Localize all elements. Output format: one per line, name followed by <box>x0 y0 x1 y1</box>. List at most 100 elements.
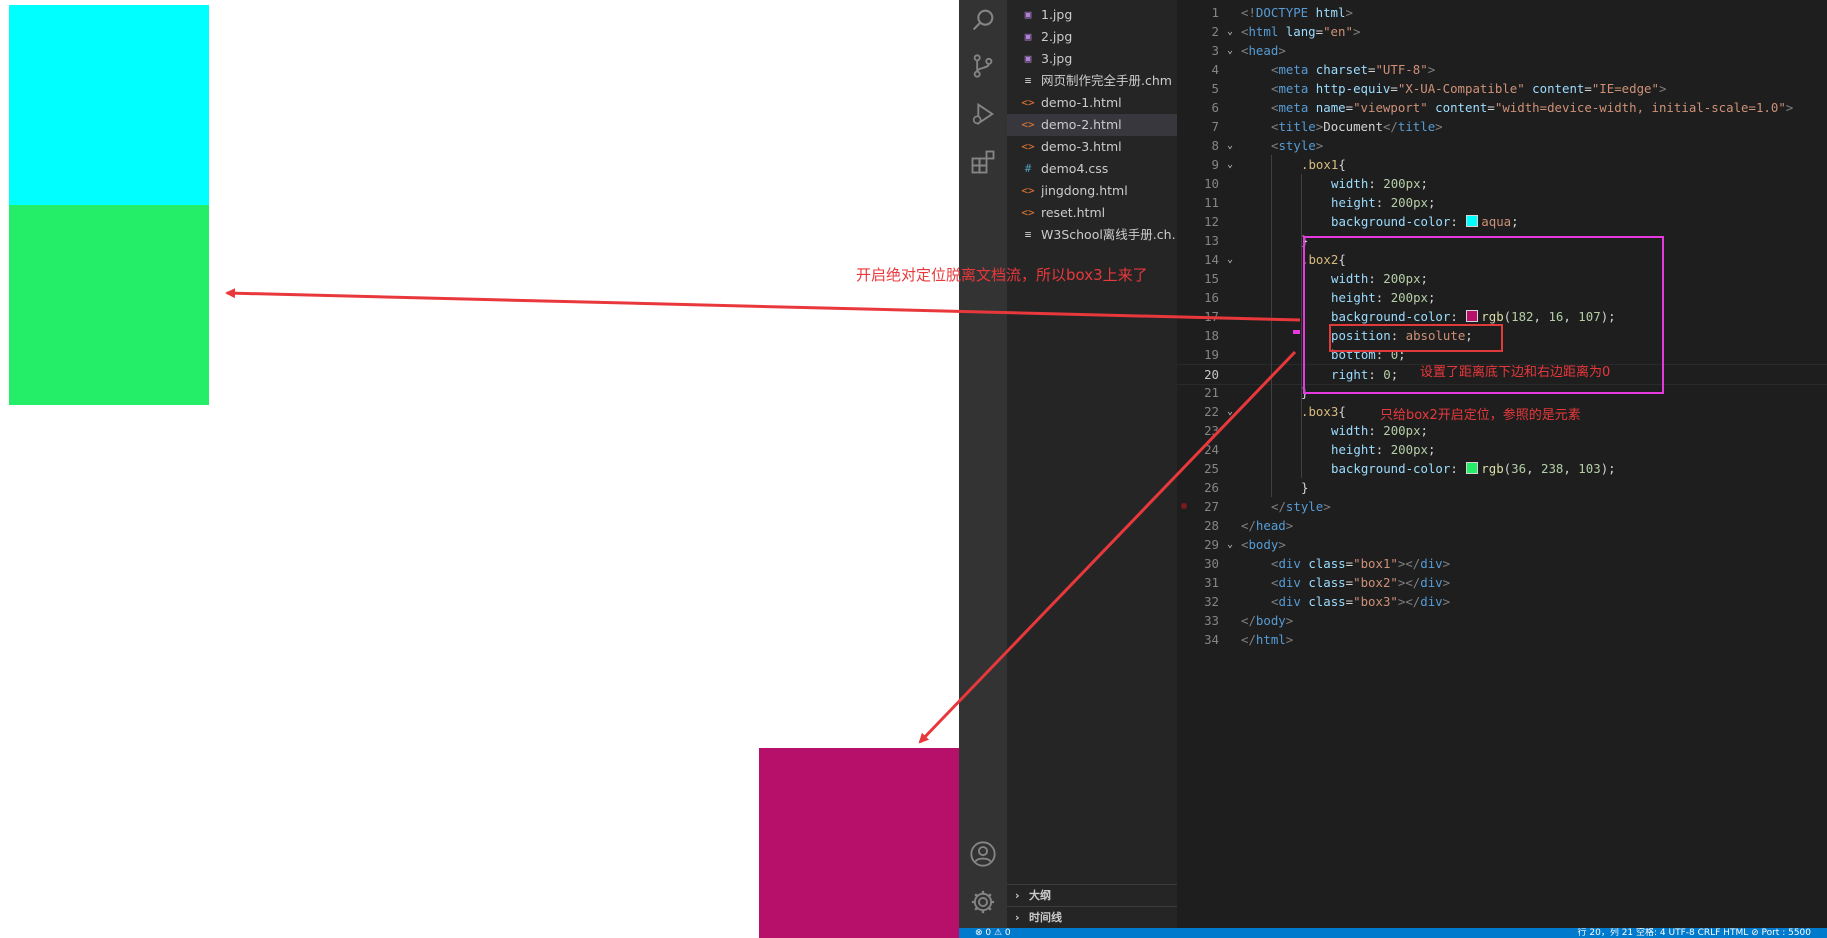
code-editor[interactable]: 1 <!DOCTYPE html> 2 ⌄ <html lang="en"> 3 ⌄ <hea… <box>1177 0 1827 928</box>
code-token: "box2" <box>1353 575 1398 590</box>
code-line[interactable]: 12 background-color: aqua; <box>1177 212 1827 231</box>
file-name: 2.jpg <box>1041 29 1073 44</box>
code-line[interactable]: 33 </body> <box>1177 611 1827 630</box>
code-token: > <box>1442 594 1451 609</box>
code-line[interactable]: 8 ⌄ <style> <box>1177 136 1827 155</box>
code-line[interactable]: 32 <div class="box3"></div> <box>1177 592 1827 611</box>
file-name: demo-3.html <box>1041 139 1122 154</box>
code-line[interactable]: 2 ⌄ <html lang="en"> <box>1177 22 1827 41</box>
code-line[interactable]: 24 height: 200px; <box>1177 440 1827 459</box>
code-line[interactable]: 10 width: 200px; <box>1177 174 1827 193</box>
extensions-icon[interactable] <box>969 148 997 176</box>
code-line[interactable]: 7 <title>Document</title> <box>1177 117 1827 136</box>
code-token: = <box>1345 594 1354 609</box>
code-line[interactable]: 4 <meta charset="UTF-8"> <box>1177 60 1827 79</box>
line-number: 13 <box>1204 233 1219 248</box>
code-line[interactable]: 28 </head> <box>1177 516 1827 535</box>
code-text: <div class="box3"></div> <box>1271 592 1450 611</box>
html-file-icon: <> <box>1021 184 1035 197</box>
code-text: <style> <box>1271 136 1323 155</box>
image-file-icon: ▣ <box>1024 8 1032 21</box>
fold-chevron-icon[interactable]: ⌄ <box>1227 22 1233 41</box>
vscode-window: ▣ 1.jpg ▣ 2.jpg ▣ 3.jpg ≡ 网页制作完全手册.chm <> demo-1.… <box>959 0 1827 938</box>
code-text: background-color: aqua; <box>1331 212 1519 231</box>
code-line[interactable]: 11 height: 200px; <box>1177 193 1827 212</box>
breakpoint-dot[interactable] <box>1181 503 1187 509</box>
timeline-section[interactable]: › 时间线 <box>1007 906 1177 929</box>
line-number: 1 <box>1211 5 1219 20</box>
code-line[interactable]: 3 ⌄ <head> <box>1177 41 1827 60</box>
indent-guide <box>1271 155 1272 497</box>
code-line[interactable]: 29 ⌄ <body> <box>1177 535 1827 554</box>
file-item[interactable]: ≡ 网页制作完全手册.chm <box>1007 70 1177 92</box>
code-line[interactable]: 6 <meta name="viewport" content="width=de… <box>1177 98 1827 117</box>
code-line[interactable]: 25 background-color: rgb(36, 238, 103); <box>1177 459 1827 478</box>
code-token: "X-UA-Compatible" <box>1397 81 1525 96</box>
line-number: 16 <box>1204 290 1219 305</box>
run-debug-icon[interactable] <box>969 100 997 128</box>
code-token: background-color <box>1331 214 1451 229</box>
file-item[interactable]: ▣ 3.jpg <box>1007 48 1177 70</box>
color-swatch[interactable] <box>1466 462 1479 474</box>
code-line[interactable]: 9 ⌄ .box1{ <box>1177 155 1827 174</box>
outline-label: 大纲 <box>1029 889 1051 902</box>
code-token: : <box>1368 176 1384 191</box>
code-token: meta <box>1278 100 1309 115</box>
fold-chevron-icon[interactable]: ⌄ <box>1227 535 1233 554</box>
box2-magenta <box>759 748 959 938</box>
code-token: title <box>1397 119 1436 134</box>
problems-count[interactable]: ⊗ 0 ⚠ 0 <box>975 928 1011 938</box>
search-icon[interactable] <box>969 6 997 34</box>
code-token: lang <box>1285 24 1316 39</box>
code-token: html <box>1315 5 1346 20</box>
file-item[interactable]: <> demo-2.html <box>1007 114 1177 136</box>
code-token: 200px <box>1390 442 1428 457</box>
file-item[interactable]: <> jingdong.html <box>1007 180 1177 202</box>
fold-chevron-icon[interactable]: ⌄ <box>1227 402 1233 421</box>
position-absolute-highlight <box>1329 324 1503 352</box>
file-item[interactable]: <> demo-3.html <box>1007 136 1177 158</box>
source-control-icon[interactable] <box>969 52 997 80</box>
fold-chevron-icon[interactable]: ⌄ <box>1227 136 1233 155</box>
code-token: ; <box>1428 442 1436 457</box>
code-line[interactable]: 1 <!DOCTYPE html> <box>1177 3 1827 22</box>
color-swatch[interactable] <box>1466 215 1479 227</box>
code-token: charset <box>1315 62 1368 77</box>
status-info[interactable]: 行 20，列 21 空格: 4 UTF-8 CRLF HTML ⊘ Port :… <box>1578 928 1811 938</box>
fold-chevron-icon[interactable]: ⌄ <box>1227 155 1233 174</box>
code-token: ; <box>1511 214 1519 229</box>
file-item[interactable]: ▣ 1.jpg <box>1007 4 1177 26</box>
code-text: width: 200px; <box>1331 174 1428 193</box>
timeline-label: 时间线 <box>1029 911 1062 924</box>
outline-section[interactable]: › 大纲 <box>1007 884 1177 907</box>
fold-chevron-icon[interactable]: ⌄ <box>1227 250 1233 269</box>
file-item[interactable]: <> reset.html <box>1007 202 1177 224</box>
file-item[interactable]: ▣ 2.jpg <box>1007 26 1177 48</box>
code-token: = <box>1345 575 1354 590</box>
annotation-absolute-note: 开启绝对定位脱离文档流，所以box3上来了 <box>856 266 1148 284</box>
line-number: 30 <box>1204 556 1219 571</box>
annotation-bottom-right-note: 设置了距离底下边和右边距离为0 <box>1420 365 1611 380</box>
file-name: demo4.css <box>1041 161 1109 176</box>
fold-chevron-icon[interactable]: ⌄ <box>1227 41 1233 60</box>
code-line[interactable]: 34 </html> <box>1177 630 1827 649</box>
code-line[interactable]: 31 <div class="box2"></div> <box>1177 573 1827 592</box>
code-line[interactable]: 5 <meta http-equiv="X-UA-Compatible" cont… <box>1177 79 1827 98</box>
code-line[interactable]: 26} <box>1177 478 1827 497</box>
document-file-icon: ≡ <box>1024 228 1032 241</box>
file-item[interactable]: # demo4.css <box>1007 158 1177 180</box>
line-number: 4 <box>1211 62 1219 77</box>
line-number: 28 <box>1204 518 1219 533</box>
code-text: <meta name="viewport" content="width=dev… <box>1271 98 1793 117</box>
code-token: Document <box>1323 119 1383 134</box>
code-line[interactable]: 30 <div class="box1"></div> <box>1177 554 1827 573</box>
code-line[interactable]: 27 </style> <box>1177 497 1827 516</box>
file-item[interactable]: ≡ W3School离线手册.ch... <box>1007 224 1177 246</box>
account-icon[interactable] <box>969 840 997 868</box>
code-text: <div class="box2"></div> <box>1271 573 1450 592</box>
settings-gear-icon[interactable] <box>969 888 997 916</box>
file-item[interactable]: <> demo-1.html <box>1007 92 1177 114</box>
code-line[interactable]: 23 width: 200px; <box>1177 421 1827 440</box>
